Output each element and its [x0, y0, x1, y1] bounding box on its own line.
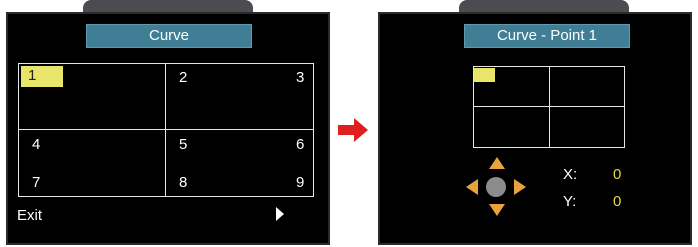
grid-divider: [474, 106, 624, 107]
dpad-left-icon[interactable]: [466, 179, 478, 195]
grid-cell-1[interactable]: 1: [21, 66, 63, 87]
grid-cell-7[interactable]: 7: [32, 175, 40, 191]
grid-divider: [19, 129, 313, 130]
grid-cell-4[interactable]: 4: [32, 137, 40, 153]
dpad-right-icon[interactable]: [514, 179, 526, 195]
x-label: X:: [563, 166, 578, 183]
y-label: Y:: [563, 193, 577, 210]
grid-cell-5[interactable]: 5: [179, 137, 187, 153]
grid-divider: [165, 64, 166, 196]
page-title: Curve - Point 1: [464, 24, 630, 48]
grid-cell-2[interactable]: 2: [179, 70, 187, 86]
grid-divider: [549, 67, 550, 147]
y-value: 0: [613, 193, 622, 210]
grid-cell-8[interactable]: 8: [179, 175, 187, 191]
grid-cell-9[interactable]: 9: [296, 175, 304, 191]
triangle-right-icon[interactable]: [276, 207, 284, 221]
right-screen: Curve - Point 1 X: 0 Y: 0: [378, 12, 692, 245]
selected-point-marker: [474, 68, 495, 82]
dpad-down-icon[interactable]: [489, 204, 505, 216]
dpad-icon[interactable]: [466, 157, 526, 217]
page-title: Curve: [86, 24, 252, 48]
dpad-center-icon[interactable]: [486, 177, 506, 197]
exit-button[interactable]: Exit: [17, 207, 42, 224]
grid-cell-3[interactable]: 3: [296, 70, 304, 86]
left-screen: Curve 1 2 3 4 5 6 7 8 9 Exit: [6, 12, 330, 245]
grid-cell-6[interactable]: 6: [296, 137, 304, 153]
x-value: 0: [613, 166, 622, 183]
dpad-up-icon[interactable]: [489, 157, 505, 169]
arrow-right-icon: [338, 118, 368, 142]
